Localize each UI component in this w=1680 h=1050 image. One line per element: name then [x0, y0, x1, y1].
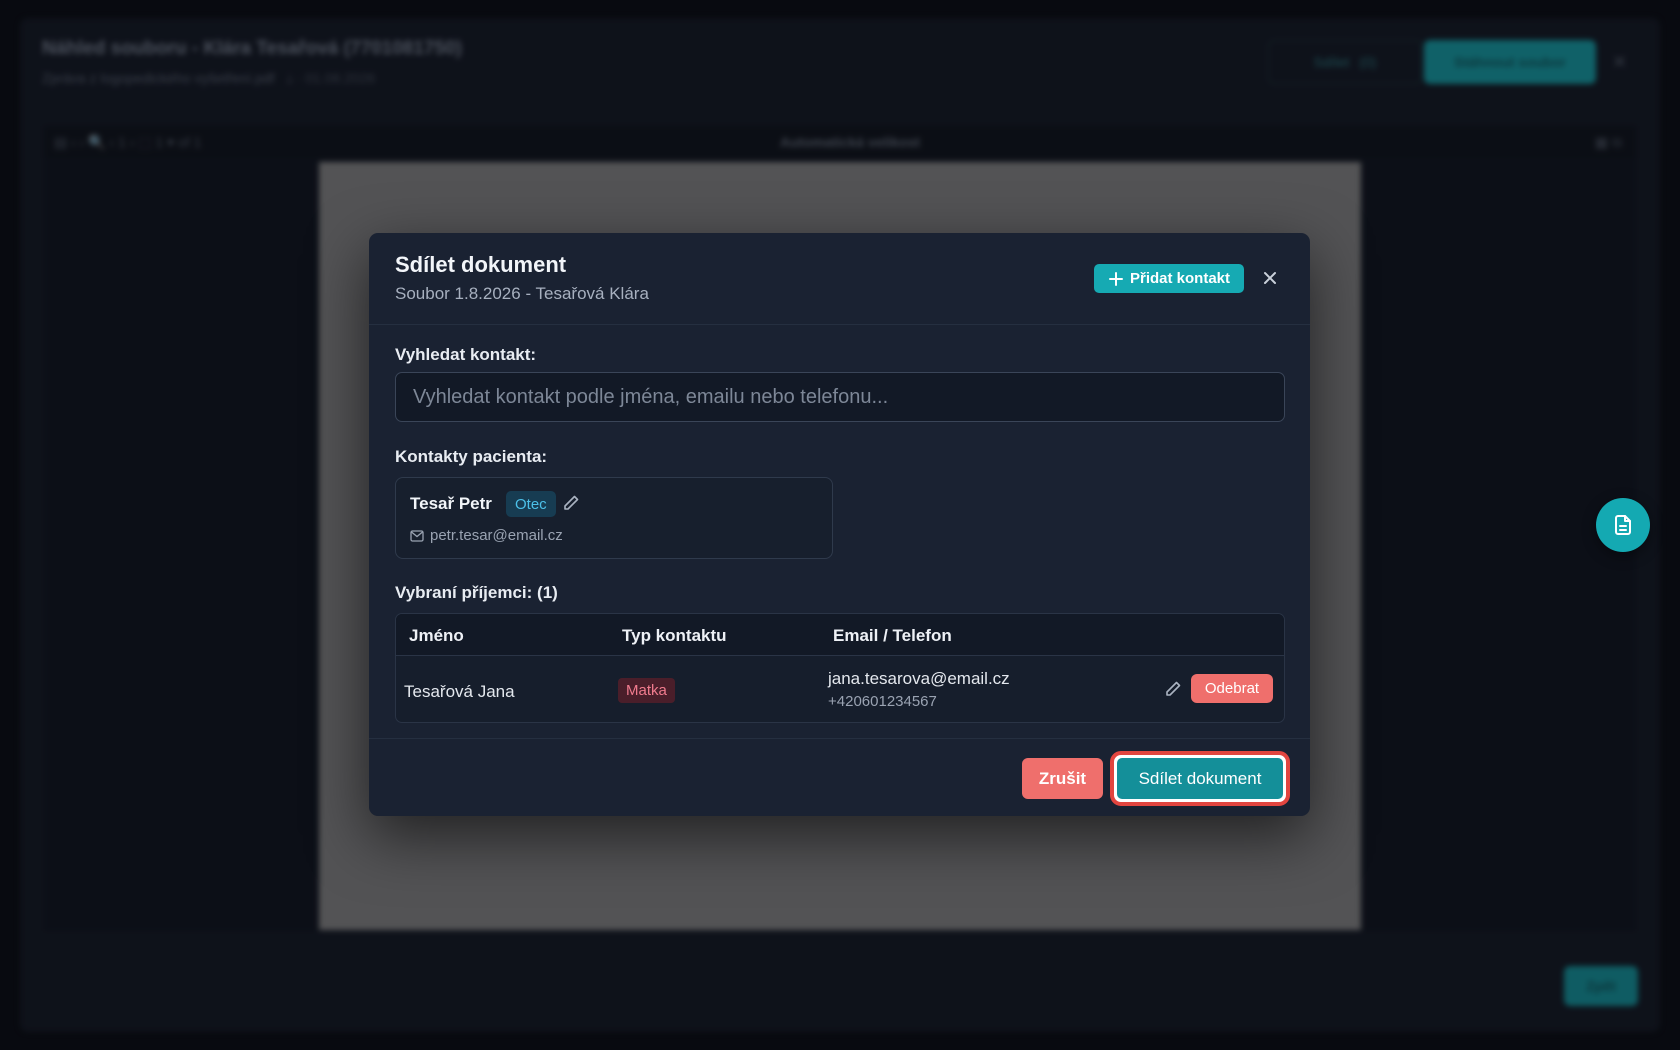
share-document-dialog: Sdílet dokument Soubor 1.8.2026 - Tesařo… — [369, 233, 1310, 816]
add-contact-button[interactable]: Přidat kontakt — [1094, 264, 1244, 293]
contact-search-input[interactable] — [395, 372, 1285, 422]
table-header: Jméno Typ kontaktu Email / Telefon — [396, 614, 1284, 656]
plus-icon — [1108, 271, 1123, 286]
recipients-label: Vybraní příjemci: (1) — [395, 583, 558, 602]
column-type: Typ kontaktu — [622, 626, 727, 645]
recipient-name: Tesařová Jana — [404, 682, 515, 701]
close-icon[interactable] — [1258, 266, 1282, 290]
patient-contacts-label: Kontakty pacienta: — [395, 447, 548, 466]
column-name: Jméno — [409, 626, 464, 645]
dialog-footer: Zrušit Sdílet dokument — [369, 738, 1310, 816]
share-document-button[interactable]: Sdílet dokument — [1117, 758, 1283, 799]
recipient-phone: +420601234567 — [828, 693, 937, 710]
remove-recipient-button[interactable]: Odebrat — [1191, 674, 1273, 703]
recipients-table: Jméno Typ kontaktu Email / Telefon Tesař… — [395, 613, 1285, 723]
document-fab-button[interactable] — [1596, 498, 1650, 552]
recipient-type-badge: Matka — [618, 678, 675, 703]
envelope-icon — [410, 530, 424, 542]
dialog-subtitle: Soubor 1.8.2026 - Tesařová Klára — [395, 284, 649, 303]
share-button-highlight: Sdílet dokument — [1110, 751, 1290, 806]
cancel-button[interactable]: Zrušit — [1022, 758, 1103, 799]
pencil-icon[interactable] — [1164, 680, 1182, 698]
relation-badge: Otec — [506, 491, 556, 517]
dialog-title: Sdílet dokument — [395, 252, 567, 277]
search-label: Vyhledat kontakt: — [395, 345, 537, 364]
column-contact: Email / Telefon — [833, 626, 952, 645]
contact-email: petr.tesar@email.cz — [430, 527, 563, 544]
add-contact-label: Přidat kontakt — [1129, 270, 1231, 287]
contact-name: Tesař Petr — [410, 494, 492, 513]
recipient-email: jana.tesarova@email.cz — [828, 669, 1010, 688]
pencil-icon[interactable] — [562, 494, 580, 512]
document-icon — [1615, 515, 1631, 535]
contact-card[interactable]: Tesař Petr Otec petr.tesar@email.cz — [395, 477, 833, 559]
dialog-header: Sdílet dokument Soubor 1.8.2026 - Tesařo… — [369, 233, 1310, 325]
